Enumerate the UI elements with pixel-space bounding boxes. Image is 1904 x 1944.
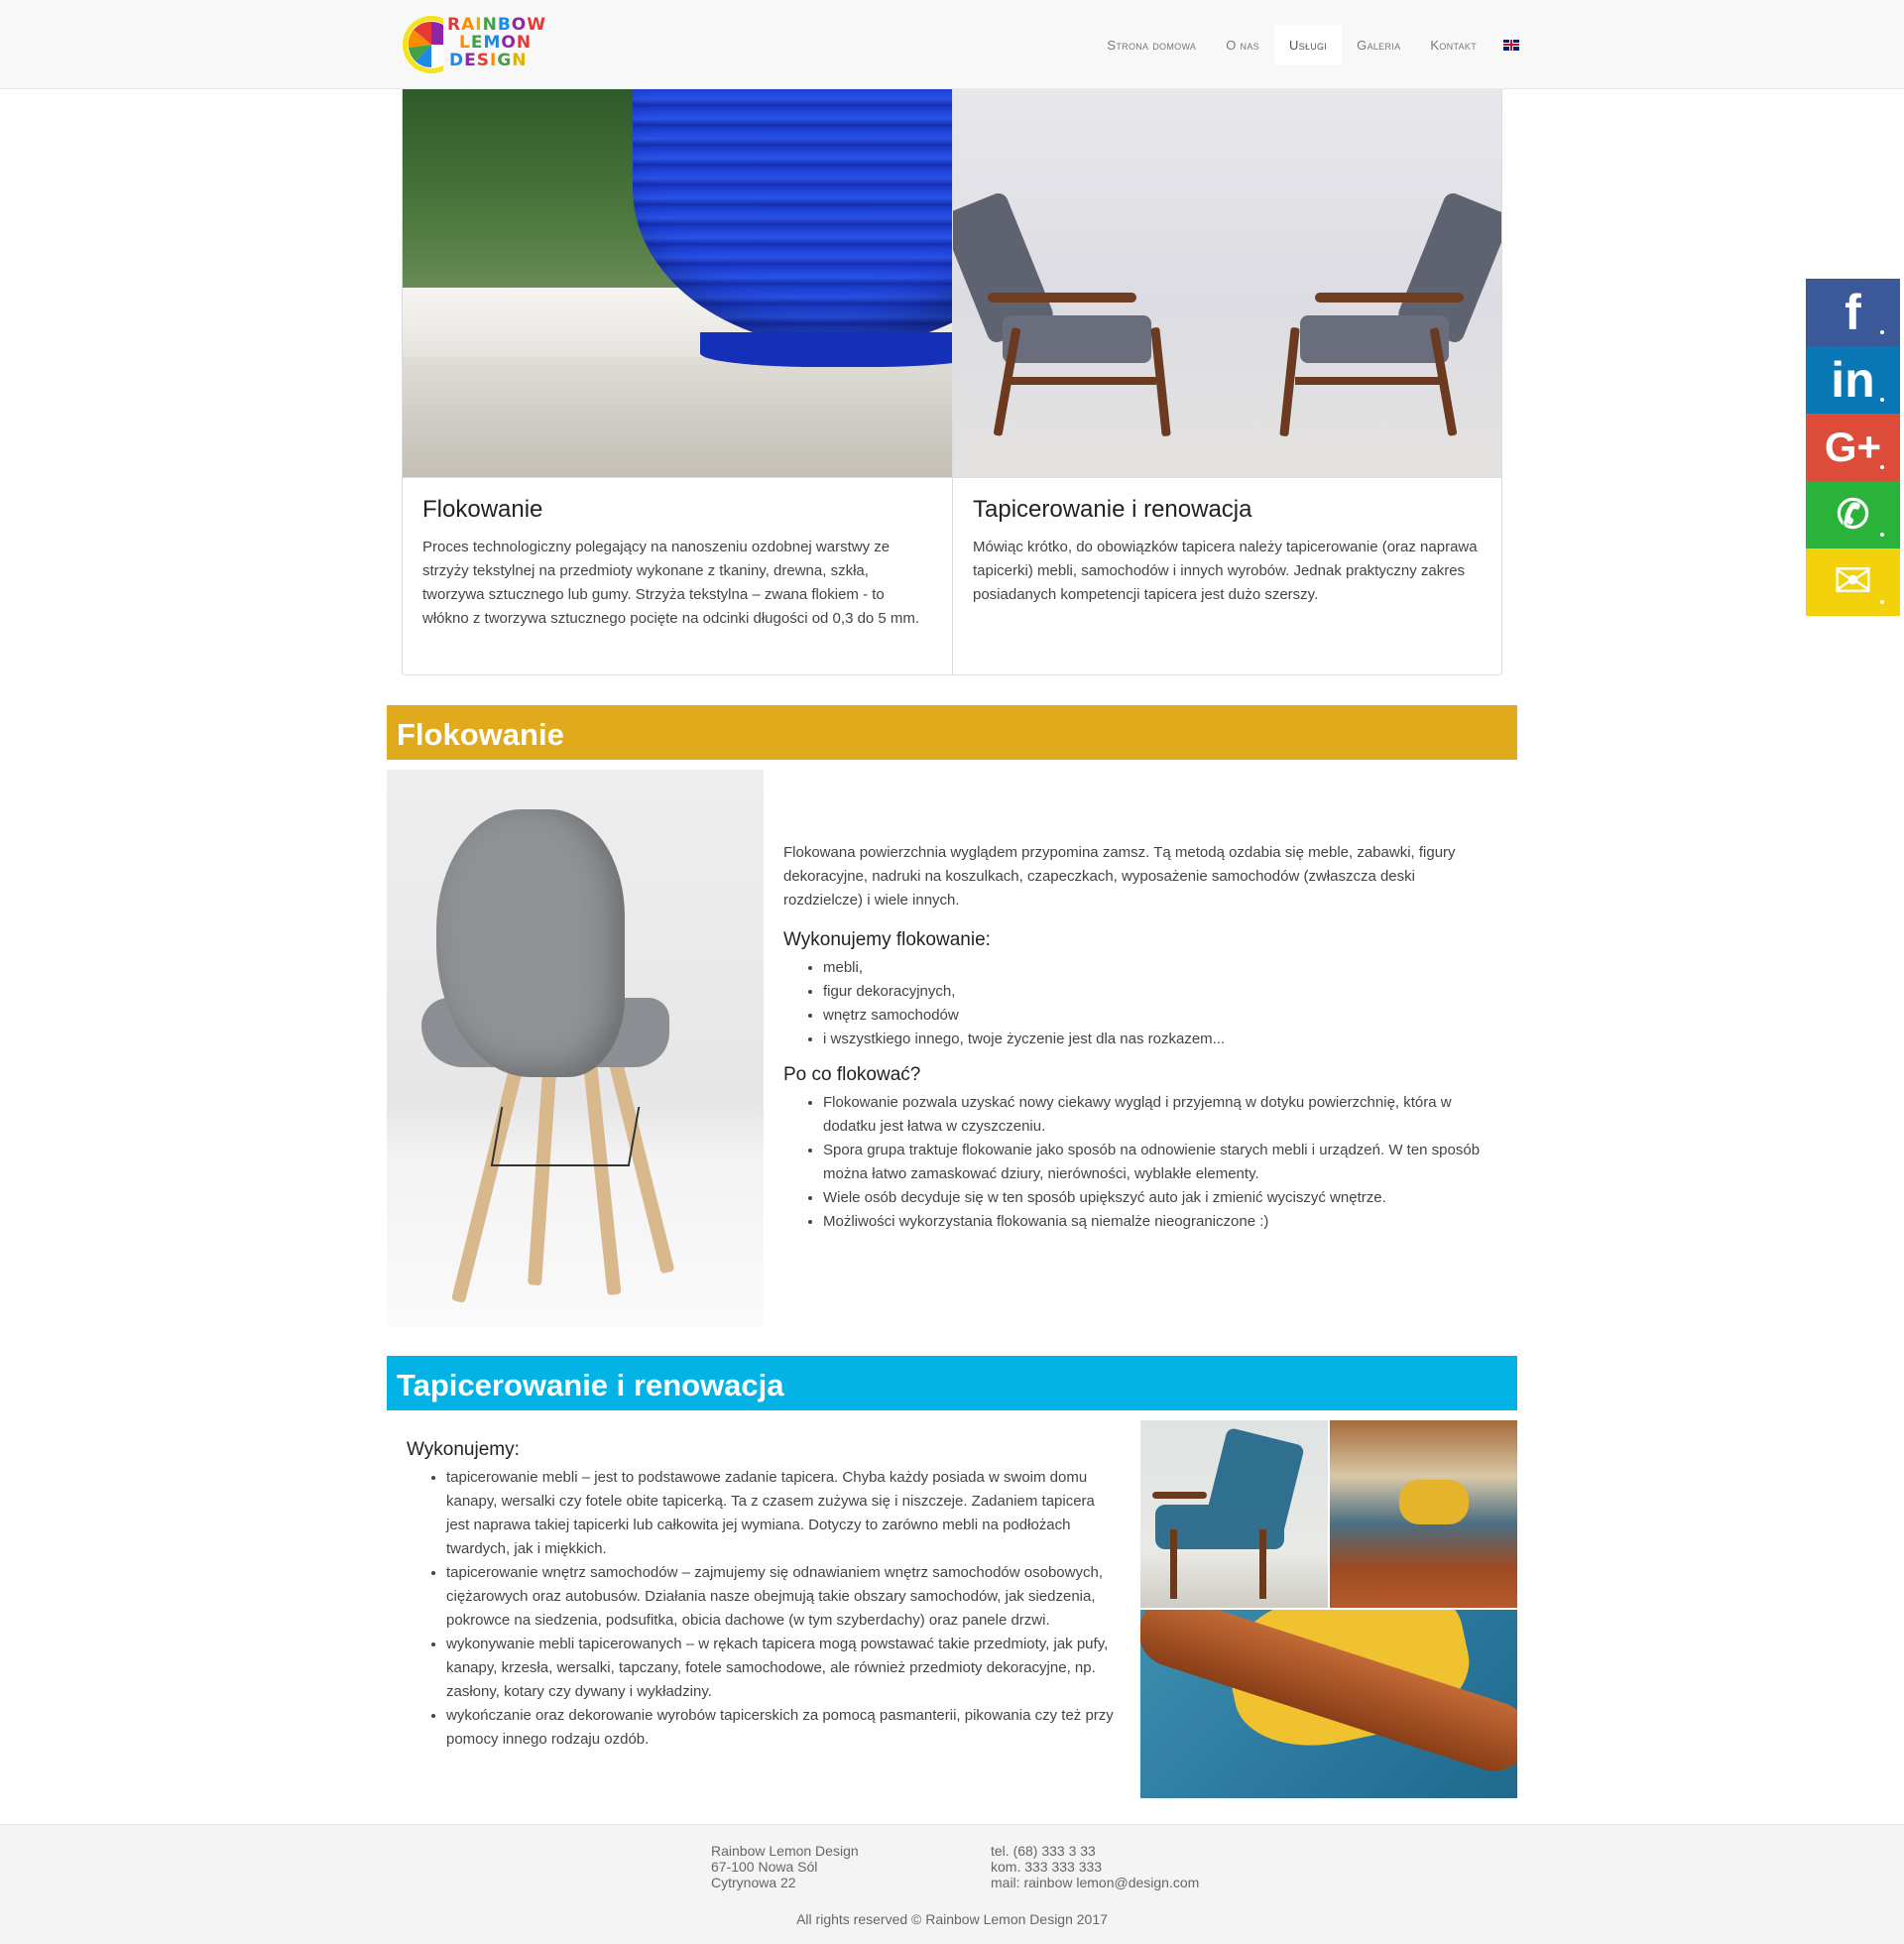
list-item: Flokowanie pozwala uzyskać nowy ciekawy … xyxy=(823,1091,1497,1139)
brand-wordmark: RAINBOW LEMON DESIGN xyxy=(447,16,546,69)
list-item: Możliwości wykorzystania flokowania są n… xyxy=(823,1210,1497,1234)
list-item: wykończanie oraz dekorowanie wyrobów tap… xyxy=(446,1704,1121,1752)
footer-mobile[interactable]: kom. 333 333 333 xyxy=(991,1859,1199,1875)
armrest-closeup-photo[interactable] xyxy=(1140,1610,1517,1798)
service-card-tapicerowanie[interactable]: Tapicerowanie i renowacja Mówiąc krótko,… xyxy=(952,89,1501,674)
list-item: figur dekoracyjnych, xyxy=(823,980,1497,1004)
armchairs-image xyxy=(953,89,1501,478)
facebook-link[interactable]: f xyxy=(1806,279,1900,346)
wykonujemy-list: mebli, figur dekoracyjnych, wnętrz samoc… xyxy=(823,956,1497,1051)
main-nav: Strona domowa O nas Usługi Galeria Konta… xyxy=(1092,25,1519,64)
footer-tel[interactable]: tel. (68) 333 3 33 xyxy=(991,1843,1199,1859)
nav-item-contact[interactable]: Kontakt xyxy=(1415,25,1491,64)
whatsapp-link[interactable]: ✆ xyxy=(1806,481,1900,548)
wykonujemy-heading: Wykonujemy: xyxy=(407,1439,520,1460)
envelope-icon: ✉ xyxy=(1833,555,1873,608)
flokowanie-content: Flokowana powierzchnia wyglądem przypomi… xyxy=(783,841,1497,1246)
blue-bowl-image xyxy=(403,89,952,478)
card-title: Tapicerowanie i renowacja xyxy=(973,496,1252,523)
list-item: wnętrz samochodów xyxy=(823,1004,1497,1028)
footer-company: Rainbow Lemon Design xyxy=(711,1843,859,1859)
list-item: Spora grupa traktuje flokowanie jako spo… xyxy=(823,1139,1497,1186)
footer: Rainbow Lemon Design 67-100 Nowa Sól Cyt… xyxy=(0,1824,1904,1944)
list-item: wykonywanie mebli tapicerowanych – w ręk… xyxy=(446,1633,1121,1704)
po-co-heading: Po co flokować? xyxy=(783,1064,921,1085)
brand-line-2: LEMON xyxy=(459,33,533,53)
footer-address-line-2: Cytrynowa 22 xyxy=(711,1875,796,1890)
wykonujemy-heading: Wykonujemy flokowanie: xyxy=(783,929,991,950)
card-title: Flokowanie xyxy=(422,496,543,523)
list-item: tapicerowanie wnętrz samochodów – zajmuj… xyxy=(446,1561,1121,1633)
nav-item-home[interactable]: Strona domowa xyxy=(1092,25,1211,64)
footer-address: Rainbow Lemon Design 67-100 Nowa Sól Cyt… xyxy=(711,1843,859,1890)
whatsapp-icon: ✆ xyxy=(1836,493,1870,537)
footer-copyright: All rights reserved © Rainbow Lemon Desi… xyxy=(796,1911,1108,1927)
nav-item-services[interactable]: Usługi xyxy=(1273,25,1343,64)
section-heading-flokowanie: Flokowanie xyxy=(387,705,1517,760)
list-item: i wszystkiego innego, twoje życzenie jes… xyxy=(823,1028,1497,1051)
flokowanie-intro: Flokowana powierzchnia wyglądem przypomi… xyxy=(783,844,1456,909)
footer-contact: tel. (68) 333 3 33 kom. 333 333 333 mail… xyxy=(991,1843,1199,1890)
nav-item-gallery[interactable]: Galeria xyxy=(1342,25,1415,64)
section-heading-tapicerowanie: Tapicerowanie i renowacja xyxy=(387,1356,1517,1410)
google-plus-link[interactable]: G+ xyxy=(1806,414,1900,481)
service-cards: Flokowanie Proces technologiczny polegaj… xyxy=(402,89,1502,675)
linkedin-icon: in xyxy=(1831,352,1875,408)
brand-line-1: RAINBOW xyxy=(447,15,547,35)
list-item: tapicerowanie mebli – jest to podstawowe… xyxy=(446,1466,1121,1561)
upholstery-gallery xyxy=(1140,1420,1517,1798)
blue-armchair-photo[interactable] xyxy=(1140,1420,1328,1608)
tapicerowanie-list: tapicerowanie mebli – jest to podstawowe… xyxy=(446,1466,1121,1752)
google-plus-icon: G+ xyxy=(1824,424,1882,470)
footer-address-line-1: 67-100 Nowa Sól xyxy=(711,1859,818,1875)
brand-line-3: DESIGN xyxy=(449,51,528,70)
lemon-logo-icon xyxy=(403,16,443,73)
po-co-list: Flokowanie pozwala uzyskać nowy ciekawy … xyxy=(823,1091,1497,1234)
tapicerowanie-content: Wykonujemy: tapicerowanie mebli – jest t… xyxy=(407,1438,1121,1752)
facebook-icon: f xyxy=(1844,285,1861,340)
room-armchairs-photo[interactable] xyxy=(1330,1420,1517,1608)
grey-chair-image xyxy=(387,770,764,1326)
social-sidebar: f in G+ ✆ ✉ xyxy=(1806,279,1900,616)
list-item: Wiele osób decyduje się w ten sposób upi… xyxy=(823,1186,1497,1210)
footer-mail[interactable]: mail: rainbow lemon@design.com xyxy=(991,1875,1199,1890)
card-text: Mówiąc krótko, do obowiązków tapicera na… xyxy=(973,539,1478,603)
brand-logo[interactable]: RAINBOW LEMON DESIGN xyxy=(400,10,558,79)
uk-flag-icon[interactable] xyxy=(1503,39,1519,51)
linkedin-link[interactable]: in xyxy=(1806,346,1900,414)
list-item: mebli, xyxy=(823,956,1497,980)
navbar: RAINBOW LEMON DESIGN Strona domowa O nas… xyxy=(0,0,1904,89)
service-card-flokowanie[interactable]: Flokowanie Proces technologiczny polegaj… xyxy=(403,89,952,674)
card-text: Proces technologiczny polegający na nano… xyxy=(422,539,920,627)
nav-item-about[interactable]: O nas xyxy=(1211,25,1274,64)
email-link[interactable]: ✉ xyxy=(1806,548,1900,616)
